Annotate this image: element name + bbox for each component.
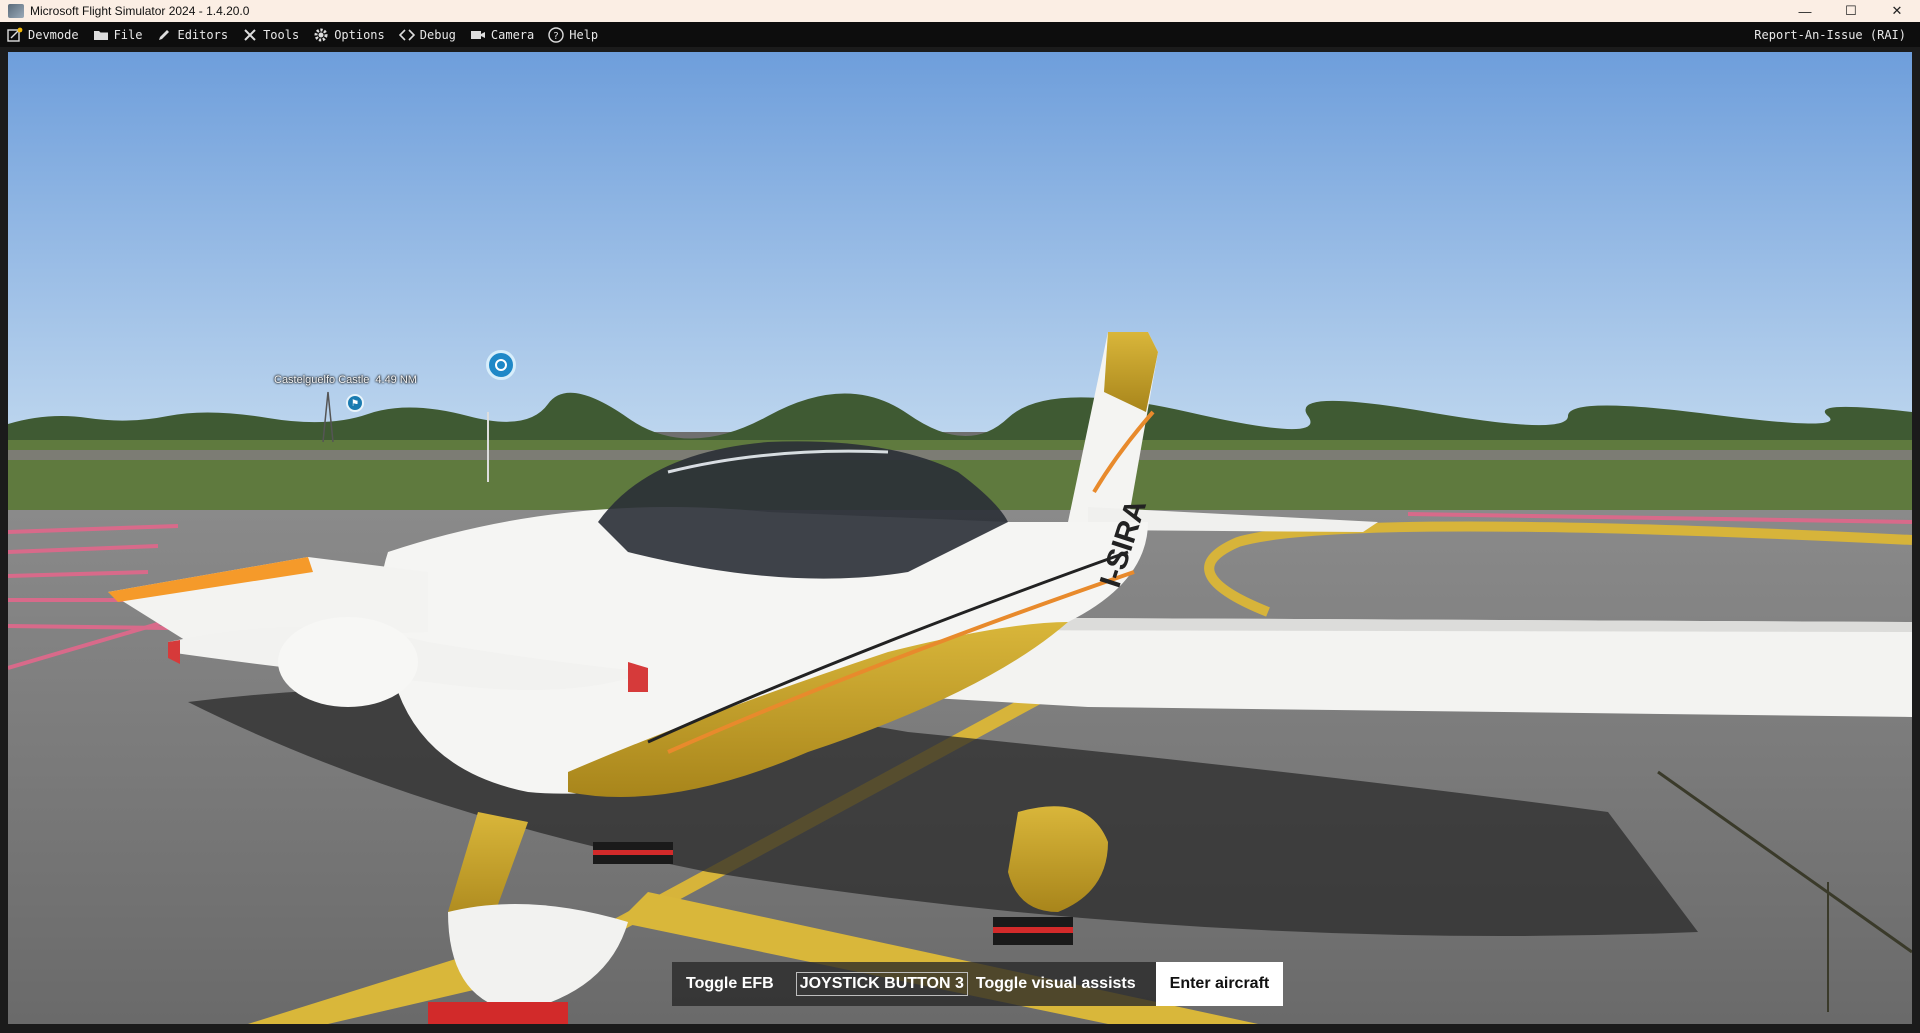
menu-tools[interactable]: Tools [235, 22, 306, 47]
close-button[interactable]: ✕ [1874, 0, 1920, 22]
menu-options[interactable]: Options [306, 22, 392, 47]
menu-help-label: Help [569, 27, 599, 42]
nose-chock [428, 1002, 568, 1024]
gear-icon [313, 27, 329, 43]
menu-debug-label: Debug [419, 27, 456, 42]
menu-options-label: Options [334, 27, 385, 42]
menu-file-label: File [113, 27, 143, 42]
poi-label: Castelguelfo Castle 4.49 NM [274, 374, 417, 386]
code-icon [398, 27, 415, 43]
poi-name: Castelguelfo Castle [274, 374, 370, 386]
runway-strip [8, 450, 1912, 460]
toggle-efb-prompt[interactable]: Toggle EFB [672, 962, 788, 1006]
menu-editors-label: Editors [177, 27, 229, 42]
aircraft-spinner [278, 617, 418, 707]
menu-devmode[interactable]: Devmode [0, 22, 86, 47]
report-issue-button[interactable]: Report-An-Issue (RAI) [1747, 22, 1920, 47]
svg-text:?: ? [554, 31, 559, 42]
menu-debug[interactable]: Debug [392, 22, 463, 47]
joystick-button-key: JOYSTICK BUTTON 3 [795, 972, 968, 996]
app-icon [8, 4, 24, 18]
menu-editors[interactable]: Editors [149, 22, 235, 47]
help-icon: ? [548, 26, 564, 43]
minimize-button[interactable]: — [1782, 0, 1828, 22]
tools-icon [242, 27, 258, 43]
poi-distance: 4.49 NM [375, 374, 417, 386]
menu-camera-label: Camera [490, 27, 535, 42]
folder-icon [93, 27, 109, 43]
menu-file[interactable]: File [86, 22, 150, 47]
toggle-visual-assists-prompt[interactable]: Toggle visual assists [968, 962, 1156, 1006]
sim-viewport[interactable]: I-SIRA Castelguelfo Castle 4.49 NM ⚑ Togg… [8, 52, 1912, 1024]
pencil-icon [156, 27, 172, 43]
maximize-button[interactable]: ☐ [1828, 0, 1874, 22]
scene-illustration: I-SIRA [8, 52, 1912, 1024]
menu-help[interactable]: ? Help [541, 22, 605, 47]
menu-camera[interactable]: Camera [463, 22, 541, 47]
enter-aircraft-button[interactable]: Enter aircraft [1155, 962, 1284, 1006]
camera-icon [470, 27, 486, 43]
devmode-icon [7, 27, 23, 43]
window-titlebar: Microsoft Flight Simulator 2024 - 1.4.20… [0, 0, 1920, 22]
menu-tools-label: Tools [263, 27, 300, 42]
target-marker-icon[interactable] [486, 350, 516, 380]
action-prompt-bar: Toggle EFB JOYSTICK BUTTON 3 Toggle visu… [672, 962, 1284, 1006]
poi-marker-icon[interactable]: ⚑ [346, 394, 364, 412]
menu-devmode-label: Devmode [28, 27, 79, 42]
devmode-menubar: Devmode File Editors Tools Options Debug [0, 22, 1920, 47]
window-title: Microsoft Flight Simulator 2024 - 1.4.20… [30, 4, 250, 18]
